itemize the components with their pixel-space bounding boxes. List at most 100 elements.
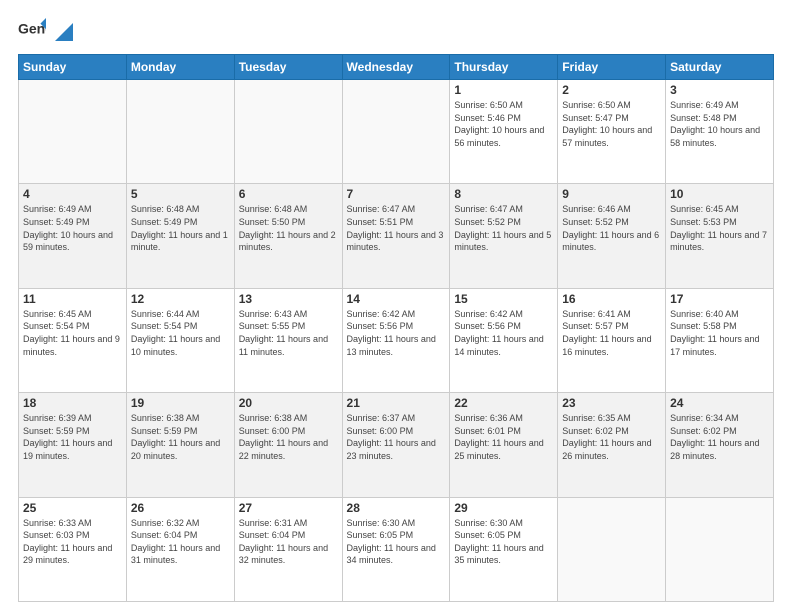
day-info: Sunrise: 6:39 AMSunset: 5:59 PMDaylight:… — [23, 412, 122, 462]
calendar-cell — [666, 497, 774, 601]
day-number: 13 — [239, 292, 338, 306]
calendar-cell: 26Sunrise: 6:32 AMSunset: 6:04 PMDayligh… — [126, 497, 234, 601]
day-info: Sunrise: 6:38 AMSunset: 6:00 PMDaylight:… — [239, 412, 338, 462]
day-number: 12 — [131, 292, 230, 306]
day-number: 16 — [562, 292, 661, 306]
day-number: 14 — [347, 292, 446, 306]
day-info: Sunrise: 6:42 AMSunset: 5:56 PMDaylight:… — [454, 308, 553, 358]
calendar-header-row: SundayMondayTuesdayWednesdayThursdayFrid… — [19, 55, 774, 80]
day-header-saturday: Saturday — [666, 55, 774, 80]
calendar-cell: 13 Sunrise: 6:43 AMSunset: 5:55 PMDayligh… — [234, 288, 342, 392]
calendar-cell: 16 Sunrise: 6:41 AMSunset: 5:57 PMDayligh… — [558, 288, 666, 392]
day-info: Sunrise: 6:30 AMSunset: 6:05 PMDaylight:… — [454, 517, 553, 567]
calendar-week-row: 25Sunrise: 6:33 AMSunset: 6:03 PMDayligh… — [19, 497, 774, 601]
calendar-cell: 17 Sunrise: 6:40 AMSunset: 5:58 PMDayligh… — [666, 288, 774, 392]
calendar-page: General SundayMondayTuesdayWednesd — [0, 0, 792, 612]
day-number: 26 — [131, 501, 230, 515]
day-number: 29 — [454, 501, 553, 515]
day-number: 22 — [454, 396, 553, 410]
calendar-cell: 11Sunrise: 6:45 AMSunset: 5:54 PMDayligh… — [19, 288, 127, 392]
day-info: Sunrise: 6:48 AMSunset: 5:50 PMDaylight:… — [239, 203, 338, 253]
calendar-cell: 27 Sunrise: 6:31 AMSunset: 6:04 PMDayligh… — [234, 497, 342, 601]
day-info: Sunrise: 6:49 AMSunset: 5:49 PMDaylight:… — [23, 203, 122, 253]
calendar-cell: 23 Sunrise: 6:35 AMSunset: 6:02 PMDayligh… — [558, 393, 666, 497]
day-info: Sunrise: 6:37 AMSunset: 6:00 PMDaylight:… — [347, 412, 446, 462]
day-header-tuesday: Tuesday — [234, 55, 342, 80]
day-info: Sunrise: 6:46 AMSunset: 5:52 PMDaylight:… — [562, 203, 661, 253]
day-info: Sunrise: 6:44 AMSunset: 5:54 PMDaylight:… — [131, 308, 230, 358]
calendar-cell — [234, 80, 342, 184]
calendar-cell: 29 Sunrise: 6:30 AMSunset: 6:05 PMDayligh… — [450, 497, 558, 601]
day-number: 4 — [23, 187, 122, 201]
calendar-cell: 21 Sunrise: 6:37 AMSunset: 6:00 PMDayligh… — [342, 393, 450, 497]
day-info: Sunrise: 6:34 AMSunset: 6:02 PMDaylight:… — [670, 412, 769, 462]
day-info: Sunrise: 6:45 AMSunset: 5:53 PMDaylight:… — [670, 203, 769, 253]
day-number: 24 — [670, 396, 769, 410]
day-number: 19 — [131, 396, 230, 410]
calendar-cell: 24 Sunrise: 6:34 AMSunset: 6:02 PMDayligh… — [666, 393, 774, 497]
day-info: Sunrise: 6:50 AMSunset: 5:47 PMDaylight:… — [562, 99, 661, 149]
day-info: Sunrise: 6:43 AMSunset: 5:55 PMDaylight:… — [239, 308, 338, 358]
calendar-cell: 9 Sunrise: 6:46 AMSunset: 5:52 PMDaylight… — [558, 184, 666, 288]
calendar-cell: 4 Sunrise: 6:49 AMSunset: 5:49 PMDaylight… — [19, 184, 127, 288]
day-info: Sunrise: 6:40 AMSunset: 5:58 PMDaylight:… — [670, 308, 769, 358]
logo-icon: General — [18, 18, 46, 46]
day-number: 17 — [670, 292, 769, 306]
calendar-week-row: 11Sunrise: 6:45 AMSunset: 5:54 PMDayligh… — [19, 288, 774, 392]
day-info: Sunrise: 6:33 AMSunset: 6:03 PMDaylight:… — [23, 517, 122, 567]
day-header-thursday: Thursday — [450, 55, 558, 80]
calendar-cell — [126, 80, 234, 184]
calendar-cell: 8 Sunrise: 6:47 AMSunset: 5:52 PMDaylight… — [450, 184, 558, 288]
day-info: Sunrise: 6:42 AMSunset: 5:56 PMDaylight:… — [347, 308, 446, 358]
calendar-cell: 12 Sunrise: 6:44 AMSunset: 5:54 PMDayligh… — [126, 288, 234, 392]
day-number: 2 — [562, 83, 661, 97]
calendar-cell: 5 Sunrise: 6:48 AMSunset: 5:49 PMDaylight… — [126, 184, 234, 288]
day-header-sunday: Sunday — [19, 55, 127, 80]
day-info: Sunrise: 6:31 AMSunset: 6:04 PMDaylight:… — [239, 517, 338, 567]
logo-triangle-icon — [51, 23, 73, 45]
calendar-cell: 7 Sunrise: 6:47 AMSunset: 5:51 PMDaylight… — [342, 184, 450, 288]
calendar-week-row: 18 Sunrise: 6:39 AMSunset: 5:59 PMDayligh… — [19, 393, 774, 497]
day-header-wednesday: Wednesday — [342, 55, 450, 80]
day-info: Sunrise: 6:50 AMSunset: 5:46 PMDaylight:… — [454, 99, 553, 149]
day-number: 28 — [347, 501, 446, 515]
day-info: Sunrise: 6:47 AMSunset: 5:52 PMDaylight:… — [454, 203, 553, 253]
calendar-cell: 2 Sunrise: 6:50 AMSunset: 5:47 PMDaylight… — [558, 80, 666, 184]
day-info: Sunrise: 6:30 AMSunset: 6:05 PMDaylight:… — [347, 517, 446, 567]
day-number: 3 — [670, 83, 769, 97]
calendar-cell — [342, 80, 450, 184]
calendar-cell: 18 Sunrise: 6:39 AMSunset: 5:59 PMDayligh… — [19, 393, 127, 497]
day-header-friday: Friday — [558, 55, 666, 80]
day-number: 23 — [562, 396, 661, 410]
day-number: 7 — [347, 187, 446, 201]
day-number: 18 — [23, 396, 122, 410]
calendar-cell: 3 Sunrise: 6:49 AMSunset: 5:48 PMDaylight… — [666, 80, 774, 184]
day-number: 1 — [454, 83, 553, 97]
day-number: 21 — [347, 396, 446, 410]
calendar-week-row: 1 Sunrise: 6:50 AMSunset: 5:46 PMDaylight… — [19, 80, 774, 184]
day-info: Sunrise: 6:49 AMSunset: 5:48 PMDaylight:… — [670, 99, 769, 149]
day-number: 6 — [239, 187, 338, 201]
calendar-cell — [558, 497, 666, 601]
day-number: 20 — [239, 396, 338, 410]
day-number: 8 — [454, 187, 553, 201]
calendar-cell: 10Sunrise: 6:45 AMSunset: 5:53 PMDayligh… — [666, 184, 774, 288]
calendar-table: SundayMondayTuesdayWednesdayThursdayFrid… — [18, 54, 774, 602]
calendar-cell: 1 Sunrise: 6:50 AMSunset: 5:46 PMDaylight… — [450, 80, 558, 184]
calendar-cell: 14 Sunrise: 6:42 AMSunset: 5:56 PMDayligh… — [342, 288, 450, 392]
calendar-cell: 20 Sunrise: 6:38 AMSunset: 6:00 PMDayligh… — [234, 393, 342, 497]
calendar-cell: 22Sunrise: 6:36 AMSunset: 6:01 PMDayligh… — [450, 393, 558, 497]
day-info: Sunrise: 6:35 AMSunset: 6:02 PMDaylight:… — [562, 412, 661, 462]
day-info: Sunrise: 6:38 AMSunset: 5:59 PMDaylight:… — [131, 412, 230, 462]
day-number: 5 — [131, 187, 230, 201]
logo: General — [18, 18, 74, 46]
calendar-cell: 19 Sunrise: 6:38 AMSunset: 5:59 PMDayligh… — [126, 393, 234, 497]
day-info: Sunrise: 6:47 AMSunset: 5:51 PMDaylight:… — [347, 203, 446, 253]
day-info: Sunrise: 6:41 AMSunset: 5:57 PMDaylight:… — [562, 308, 661, 358]
day-number: 27 — [239, 501, 338, 515]
day-number: 9 — [562, 187, 661, 201]
calendar-week-row: 4 Sunrise: 6:49 AMSunset: 5:49 PMDaylight… — [19, 184, 774, 288]
day-number: 11 — [23, 292, 122, 306]
day-info: Sunrise: 6:48 AMSunset: 5:49 PMDaylight:… — [131, 203, 230, 253]
calendar-cell — [19, 80, 127, 184]
